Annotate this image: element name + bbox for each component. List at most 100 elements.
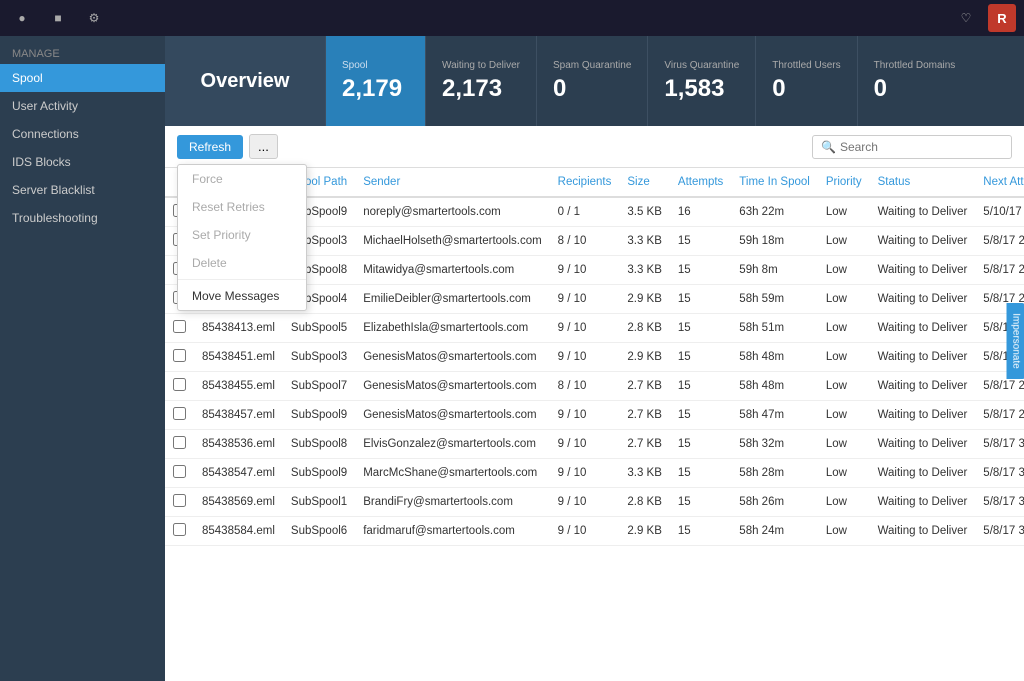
more-button[interactable]: ... [249,134,278,159]
row-sender: GenesisMatos@smartertools.com [355,372,549,401]
row-checkbox[interactable] [165,459,194,488]
search-input[interactable] [840,140,1003,154]
row-filename: 85438584.eml [194,517,283,546]
toolbar: Refresh ... Force Reset Retries Set Prio… [165,126,1024,168]
stat-spool-label: Spool [342,60,409,71]
row-checkbox[interactable] [165,314,194,343]
row-filename: 85438547.eml [194,459,283,488]
col-recipients[interactable]: Recipients [550,168,620,197]
row-next-attempt: 5/8/17 2:44 PM [975,256,1024,285]
globe-icon[interactable]: ● [8,4,36,32]
refresh-button[interactable]: Refresh [177,135,243,159]
row-size: 2.7 KB [619,430,670,459]
stat-spool-value: 2,179 [342,75,409,103]
row-priority: Low [818,401,870,430]
row-checkbox[interactable] [165,430,194,459]
col-status[interactable]: Status [870,168,976,197]
stat-spool[interactable]: Spool 2,179 [325,36,425,126]
row-attempts: 15 [670,285,731,314]
row-recipients: 9 / 10 [550,459,620,488]
col-sender[interactable]: Sender [355,168,549,197]
sidebar-item-user-activity[interactable]: User Activity [0,92,165,120]
col-size[interactable]: Size [619,168,670,197]
row-size: 2.8 KB [619,314,670,343]
row-priority: Low [818,488,870,517]
col-next-attempt[interactable]: Next Attempt [975,168,1024,197]
col-time-in-spool[interactable]: Time In Spool [731,168,818,197]
chart-icon[interactable]: ■ [44,4,72,32]
row-checkbox[interactable] [165,488,194,517]
row-priority: Low [818,197,870,227]
row-attempts: 15 [670,227,731,256]
user-avatar[interactable]: R [988,4,1016,32]
dropdown-menu: Force Reset Retries Set Priority Delete … [177,164,307,311]
sidebar-item-ids-blocks[interactable]: IDS Blocks [0,148,165,176]
dropdown-force[interactable]: Force [178,165,306,193]
row-time-in-spool: 58h 48m [731,343,818,372]
sidebar-item-server-blacklist[interactable]: Server Blacklist [0,176,165,204]
row-recipients: 0 / 1 [550,197,620,227]
row-status: Waiting to Deliver [870,227,976,256]
col-attempts[interactable]: Attempts [670,168,731,197]
row-priority: Low [818,343,870,372]
row-time-in-spool: 63h 22m [731,197,818,227]
row-checkbox[interactable] [165,343,194,372]
row-sender: MarcMcShane@smartertools.com [355,459,549,488]
dropdown-delete[interactable]: Delete [178,249,306,277]
row-spool-path: SubSpool5 [283,314,355,343]
row-next-attempt: 5/8/17 2:41 PM [975,227,1024,256]
stat-throttled-users-value: 0 [772,75,840,103]
stat-spam[interactable]: Spam Quarantine 0 [536,36,647,126]
row-recipients: 9 / 10 [550,517,620,546]
stat-throttled-domains[interactable]: Throttled Domains 0 [857,36,972,126]
sidebar-item-connections[interactable]: Connections [0,120,165,148]
stat-virus[interactable]: Virus Quarantine 1,583 [647,36,755,126]
row-next-attempt: 5/8/17 3:22 PM [975,488,1024,517]
stat-throttled-users[interactable]: Throttled Users 0 [755,36,856,126]
row-filename: 85438455.eml [194,372,283,401]
dropdown-move-messages[interactable]: Move Messages [178,282,306,310]
sidebar-manage-label: Manage [0,40,165,64]
row-checkbox[interactable] [165,401,194,430]
row-spool-path: SubSpool7 [283,372,355,401]
row-next-attempt: 5/8/17 3:15 PM [975,430,1024,459]
stat-throttled-domains-value: 0 [874,75,956,103]
row-filename: 85438569.eml [194,488,283,517]
col-priority[interactable]: Priority [818,168,870,197]
row-attempts: 15 [670,430,731,459]
row-time-in-spool: 58h 28m [731,459,818,488]
row-recipients: 8 / 10 [550,372,620,401]
row-next-attempt: 5/8/17 2:50 PM [975,401,1024,430]
row-status: Waiting to Deliver [870,517,976,546]
row-size: 2.8 KB [619,488,670,517]
row-status: Waiting to Deliver [870,430,976,459]
dropdown-set-priority[interactable]: Set Priority [178,221,306,249]
notifications-icon[interactable]: ♡ [952,4,980,32]
row-next-attempt: 5/10/17 10:49 AM [975,197,1024,227]
stat-waiting-value: 2,173 [442,75,520,103]
row-sender: BrandiFry@smartertools.com [355,488,549,517]
dropdown-reset-retries[interactable]: Reset Retries [178,193,306,221]
stat-waiting[interactable]: Waiting to Deliver 2,173 [425,36,536,126]
settings-icon[interactable]: ⚙ [80,4,108,32]
sidebar-item-troubleshooting[interactable]: Troubleshooting [0,204,165,232]
stat-spam-value: 0 [553,75,631,103]
row-attempts: 15 [670,372,731,401]
row-checkbox[interactable] [165,517,194,546]
row-size: 3.5 KB [619,197,670,227]
row-time-in-spool: 58h 26m [731,488,818,517]
row-size: 2.7 KB [619,372,670,401]
row-recipients: 9 / 10 [550,430,620,459]
table-row: 85438451.eml SubSpool3 GenesisMatos@smar… [165,343,1024,372]
row-checkbox[interactable] [165,372,194,401]
row-attempts: 15 [670,401,731,430]
row-priority: Low [818,430,870,459]
row-time-in-spool: 58h 48m [731,372,818,401]
table-row: 85438584.eml SubSpool6 faridmaruf@smarte… [165,517,1024,546]
impersonate-tab[interactable]: Impersonate [1007,303,1024,379]
stat-virus-value: 1,583 [664,75,739,103]
search-box: 🔍 [812,135,1012,159]
row-size: 3.3 KB [619,459,670,488]
table-row: 85438455.eml SubSpool7 GenesisMatos@smar… [165,372,1024,401]
sidebar-item-spool[interactable]: Spool [0,64,165,92]
